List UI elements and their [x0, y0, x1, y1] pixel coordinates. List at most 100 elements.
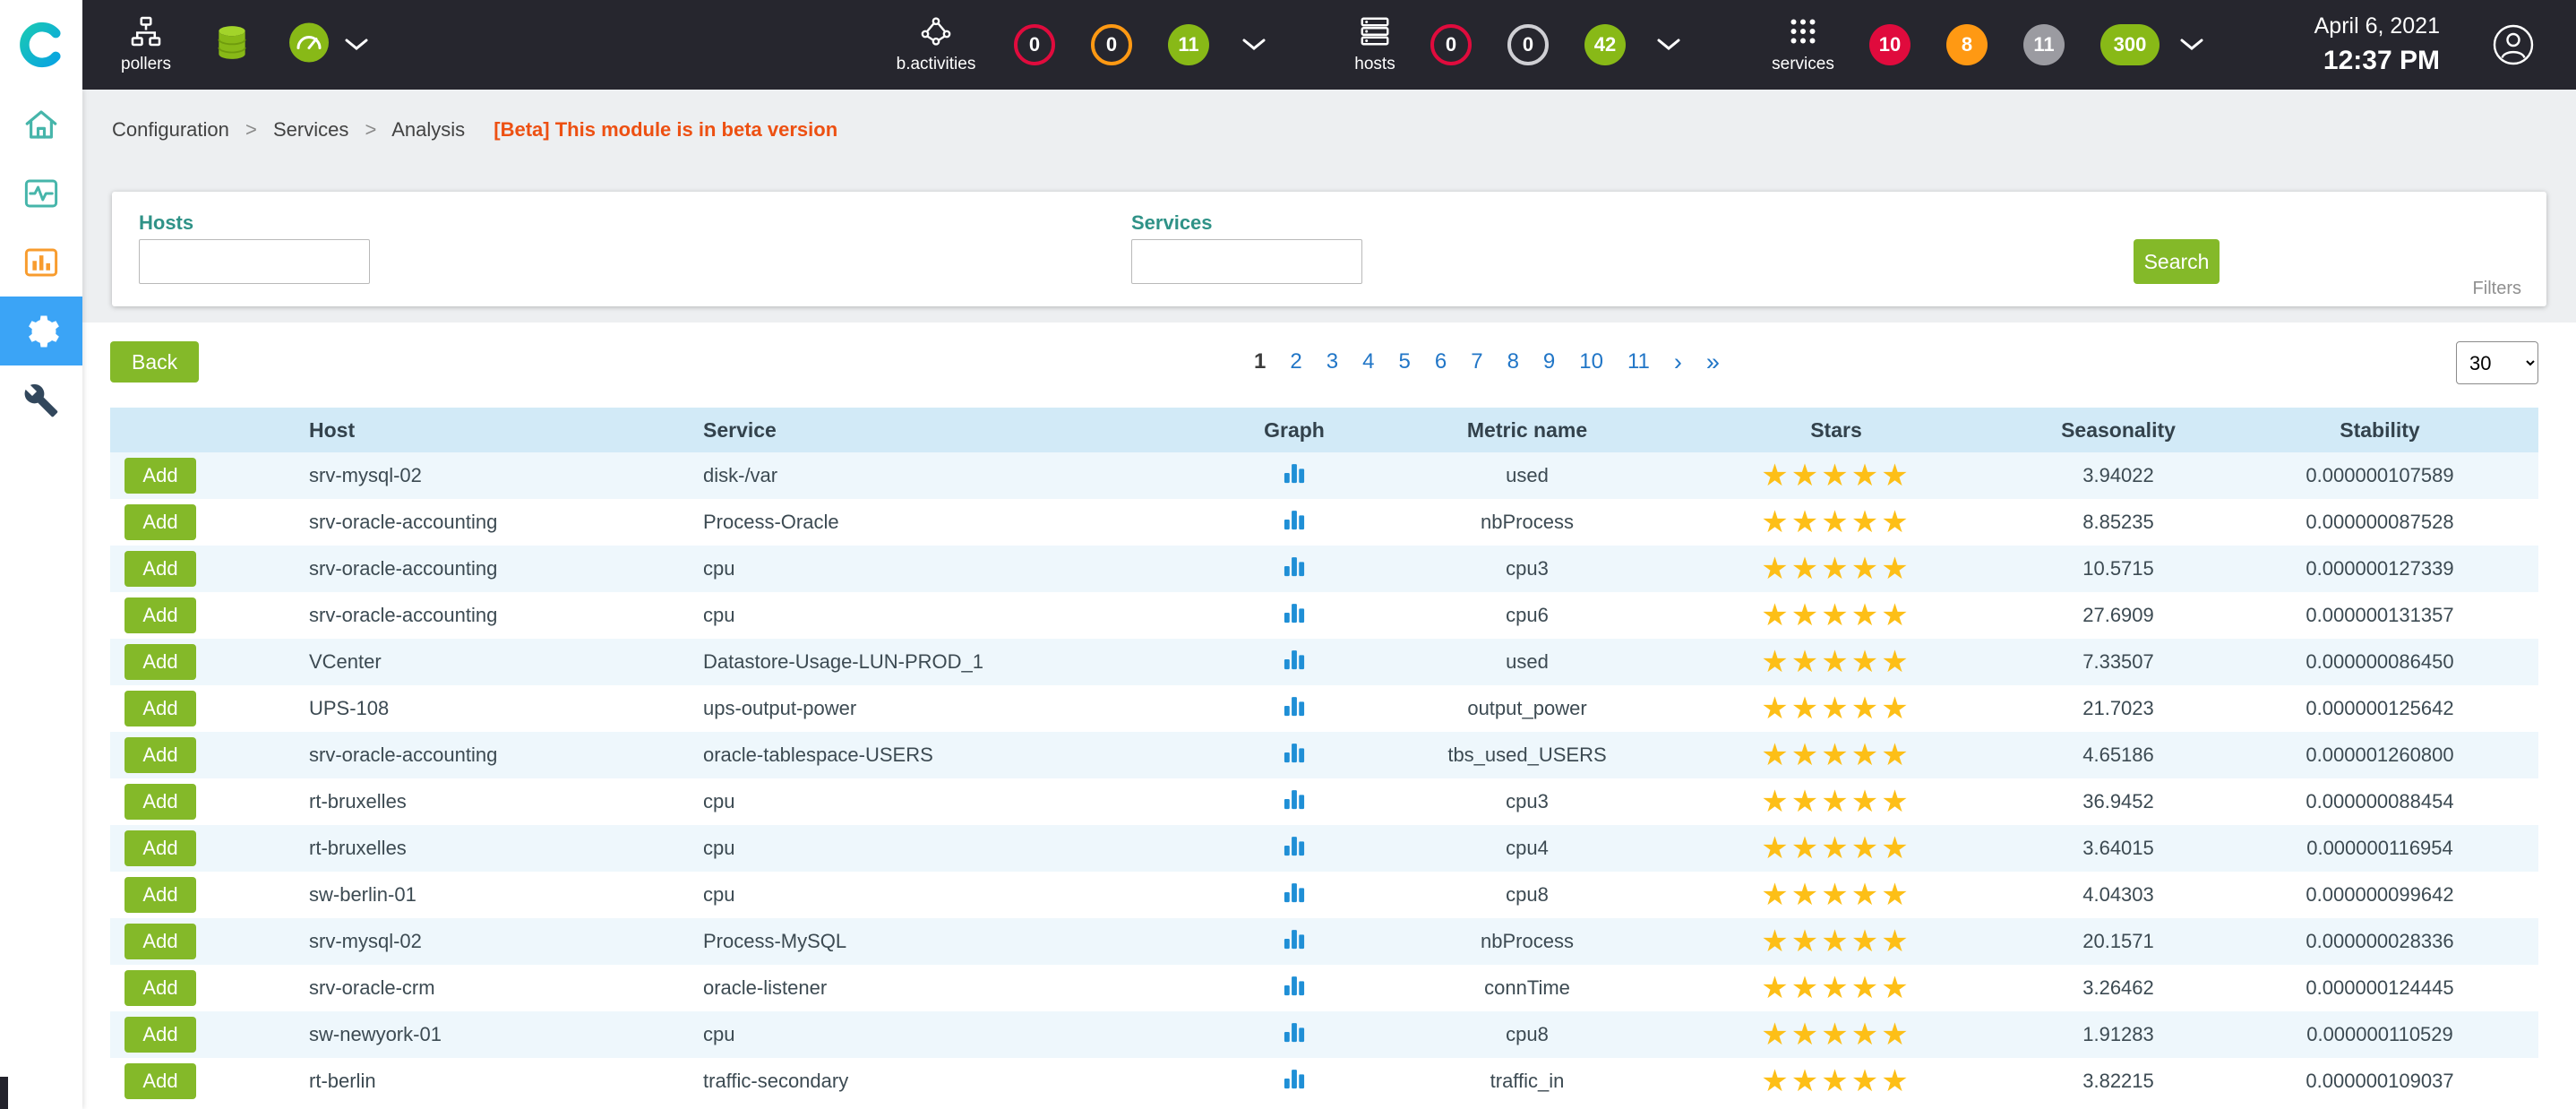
business-activities-menu[interactable]: b.activities	[873, 0, 999, 90]
stars-rating: ★★★★★	[1657, 787, 2015, 817]
status-badge-solid-orange[interactable]: 8	[1946, 24, 1988, 65]
add-button[interactable]: Add	[125, 551, 196, 587]
seasonality-cell: 7.33507	[2015, 650, 2221, 674]
back-button[interactable]: Back	[110, 341, 199, 383]
table-header-row: HostServiceGraphMetric nameStarsSeasonal…	[110, 408, 2538, 452]
graph-icon[interactable]	[1282, 554, 1307, 579]
sidebar-item-monitoring[interactable]	[0, 159, 82, 228]
current-date: April 6, 2021	[2314, 13, 2440, 39]
add-button[interactable]: Add	[125, 691, 196, 726]
page-link-6[interactable]: 6	[1435, 349, 1447, 374]
page-link-10[interactable]: 10	[1579, 349, 1603, 374]
graph-cell	[1191, 600, 1397, 631]
graph-icon[interactable]	[1282, 647, 1307, 672]
graph-icon[interactable]	[1282, 600, 1307, 625]
page-link-5[interactable]: 5	[1398, 349, 1410, 374]
graph-icon[interactable]	[1282, 507, 1307, 532]
gear-icon	[22, 313, 60, 350]
sidebar-item-administration[interactable]	[0, 365, 82, 434]
status-badge-solid-green[interactable]: 42	[1584, 24, 1626, 65]
seasonality-cell: 21.7023	[2015, 697, 2221, 720]
add-cell: Add	[110, 924, 296, 959]
sidebar-item-reporting[interactable]	[0, 228, 82, 297]
table-row: AddUPS-108ups-output-poweroutput_power★★…	[110, 685, 2538, 732]
graph-icon[interactable]	[1282, 926, 1307, 951]
page-link-4[interactable]: 4	[1362, 349, 1374, 374]
breadcrumb-services[interactable]: Services	[273, 118, 348, 141]
service-cell: cpu	[690, 790, 1191, 813]
page-link-7[interactable]: 7	[1471, 349, 1482, 374]
metric-cell: traffic_in	[1397, 1070, 1657, 1093]
poller-latency-status-icon[interactable]	[288, 22, 330, 68]
add-button[interactable]: Add	[125, 784, 196, 820]
page-link-3[interactable]: 3	[1327, 349, 1338, 374]
graph-icon[interactable]	[1282, 740, 1307, 765]
topbar: pollers b.activities 0011	[0, 0, 2576, 90]
table-row: Addsrv-oracle-accountingProcess-Oraclenb…	[110, 499, 2538, 546]
services-filter-input[interactable]	[1131, 239, 1362, 284]
user-profile-icon[interactable]	[2492, 23, 2535, 66]
breadcrumb: Configuration > Services > Analysis [Bet…	[112, 118, 2576, 142]
sidebar-item-configuration[interactable]	[0, 297, 82, 365]
add-button[interactable]: Add	[125, 830, 196, 866]
status-badge-solid-gray[interactable]: 11	[2023, 24, 2065, 65]
page-link-1[interactable]: 1	[1254, 349, 1266, 374]
graph-icon[interactable]	[1282, 973, 1307, 998]
seasonality-cell: 3.82215	[2015, 1070, 2221, 1093]
stability-cell: 0.000000110529	[2221, 1023, 2538, 1046]
graph-cell	[1191, 647, 1397, 677]
graph-icon[interactable]	[1282, 1066, 1307, 1091]
add-button[interactable]: Add	[125, 504, 196, 540]
services-menu[interactable]: services	[1747, 0, 1859, 90]
breadcrumb-configuration[interactable]: Configuration	[112, 118, 229, 141]
page-link-11[interactable]: 11	[1627, 349, 1650, 374]
services-chevron-down-icon[interactable]	[2180, 39, 2203, 51]
add-button[interactable]: Add	[125, 1063, 196, 1099]
add-button[interactable]: Add	[125, 644, 196, 680]
page-link-2[interactable]: 2	[1290, 349, 1301, 374]
last-page-icon[interactable]: »	[1706, 348, 1720, 376]
metric-cell: used	[1397, 650, 1657, 674]
search-button[interactable]: Search	[2134, 239, 2220, 284]
status-badge-solid-red[interactable]: 10	[1869, 24, 1911, 65]
graph-icon[interactable]	[1282, 787, 1307, 812]
breadcrumb-analysis[interactable]: Analysis	[391, 118, 465, 141]
hosts-menu[interactable]: hosts	[1330, 0, 1420, 90]
poller-database-status-icon[interactable]	[212, 23, 252, 67]
business-activities-chevron-down-icon[interactable]	[1242, 39, 1266, 51]
add-button[interactable]: Add	[125, 737, 196, 773]
add-button[interactable]: Add	[125, 597, 196, 633]
add-button[interactable]: Add	[125, 458, 196, 494]
pollers-menu[interactable]: pollers	[106, 0, 186, 90]
hosts-chevron-down-icon[interactable]	[1657, 39, 1680, 51]
status-badge-solid-green[interactable]: 11	[1168, 24, 1209, 65]
hosts-filter-input[interactable]	[139, 239, 370, 284]
sidebar-item-home[interactable]	[0, 90, 82, 159]
centreon-logo[interactable]	[0, 0, 82, 90]
add-button[interactable]: Add	[125, 970, 196, 1006]
page-link-8[interactable]: 8	[1507, 349, 1519, 374]
stars-rating: ★★★★★	[1657, 880, 2015, 910]
status-badge-outline-gray[interactable]: 0	[1507, 24, 1549, 65]
graph-icon[interactable]	[1282, 693, 1307, 718]
add-button[interactable]: Add	[125, 877, 196, 913]
page-size-select[interactable]: 30	[2456, 341, 2538, 384]
add-button[interactable]: Add	[125, 1017, 196, 1053]
status-badge-outline-red[interactable]: 0	[1014, 24, 1055, 65]
graph-icon[interactable]	[1282, 1019, 1307, 1045]
hosts-filter-label: Hosts	[139, 211, 193, 235]
graph-icon[interactable]	[1282, 880, 1307, 905]
add-button[interactable]: Add	[125, 924, 196, 959]
status-badge-solid-green[interactable]: 300	[2100, 24, 2160, 65]
status-badge-outline-red[interactable]: 0	[1430, 24, 1472, 65]
graph-icon[interactable]	[1282, 833, 1307, 858]
next-page-icon[interactable]: ›	[1674, 348, 1682, 376]
services-label: services	[1772, 55, 1834, 74]
metric-cell: nbProcess	[1397, 511, 1657, 534]
pollers-chevron-down-icon[interactable]	[345, 39, 368, 51]
page-link-9[interactable]: 9	[1543, 349, 1555, 374]
status-badge-outline-orange[interactable]: 0	[1091, 24, 1132, 65]
filters-toggle[interactable]: Filters	[2473, 279, 2521, 299]
graph-icon[interactable]	[1282, 460, 1307, 486]
service-cell: traffic-secondary	[690, 1070, 1191, 1093]
